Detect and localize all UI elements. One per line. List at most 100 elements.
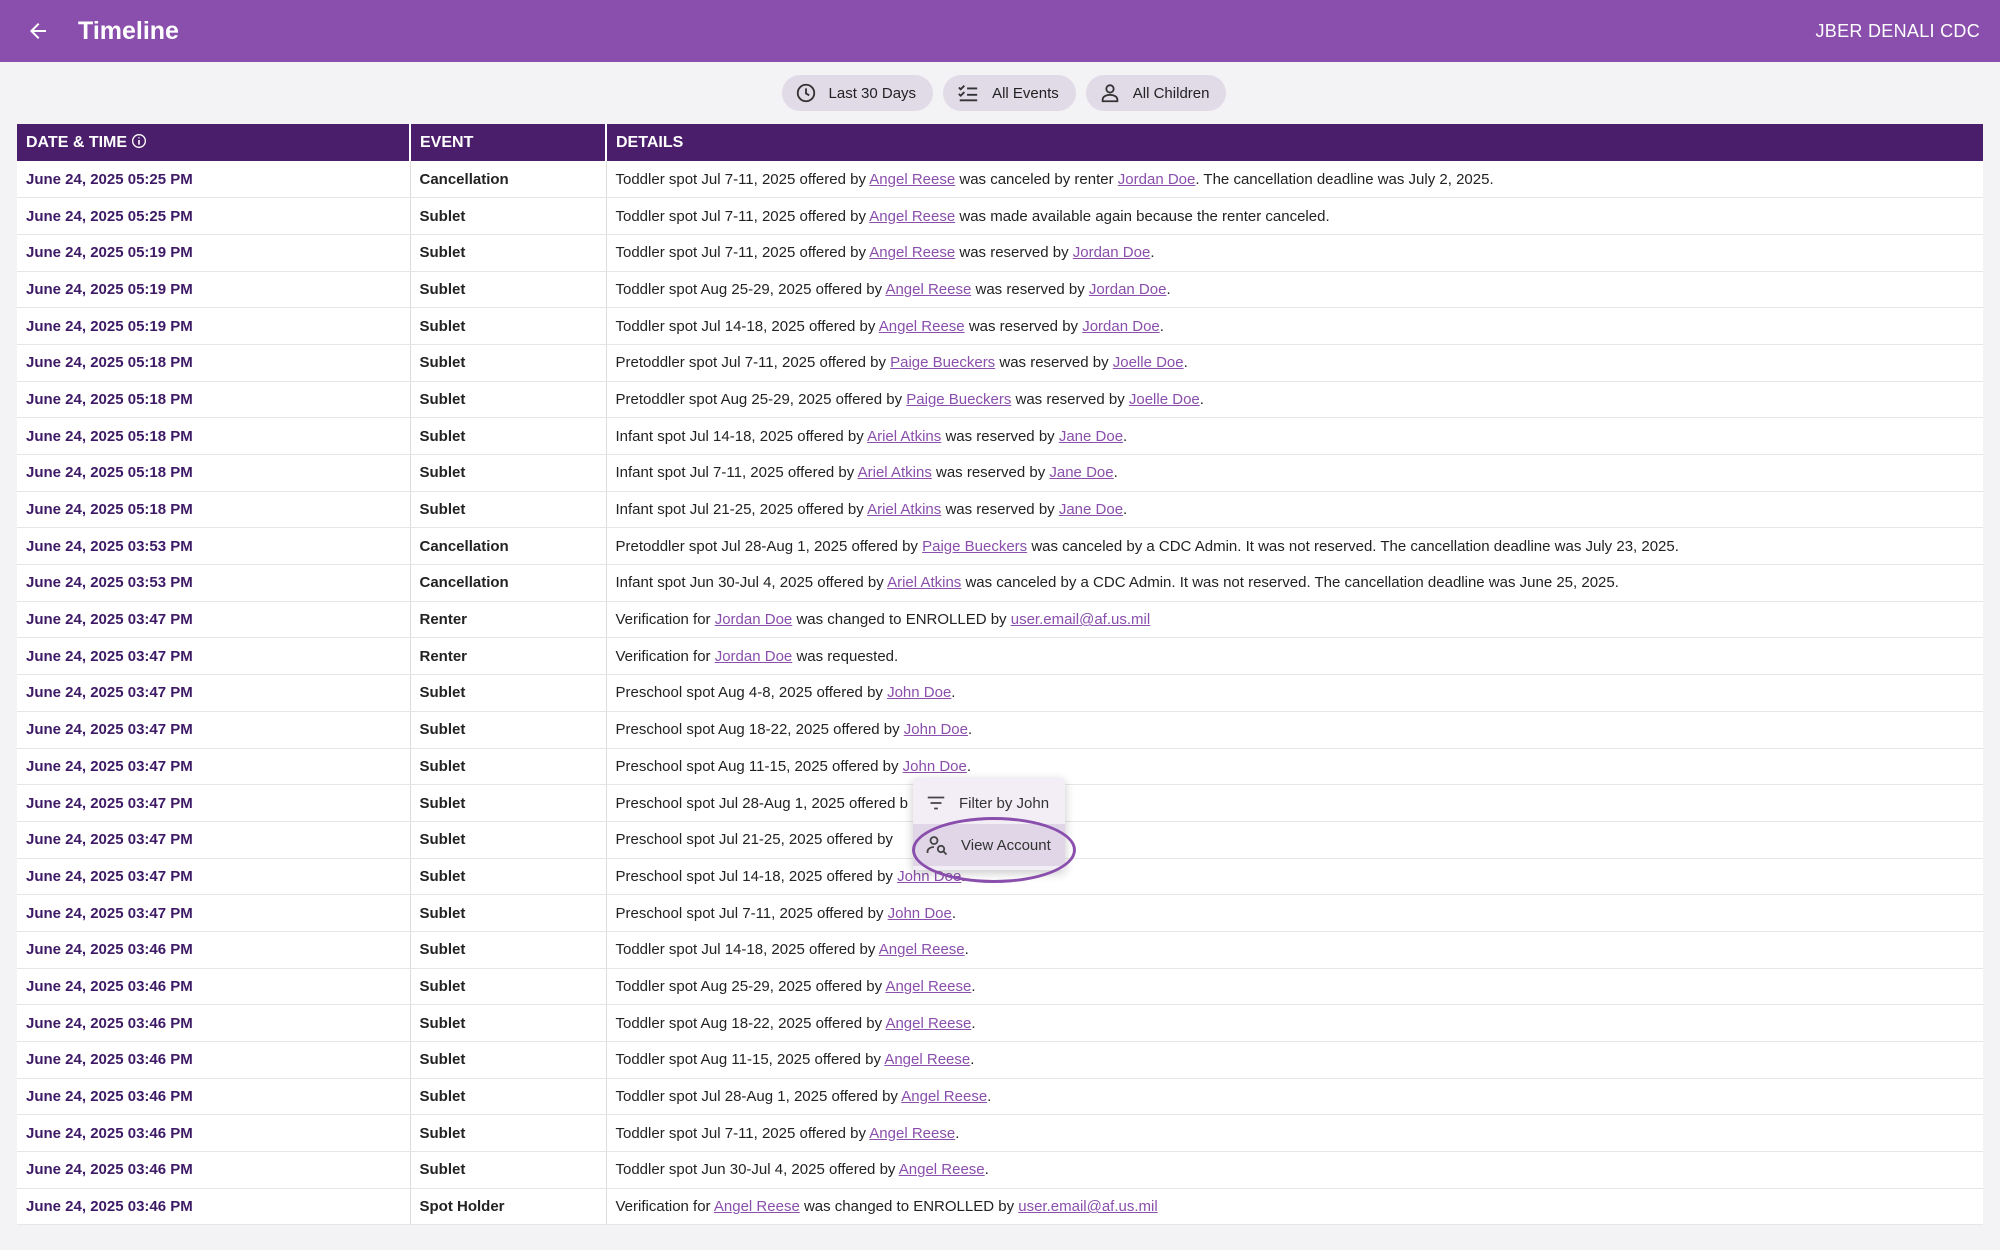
table-row[interactable]: June 24, 2025 03:46 PM Sublet Toddler spot… — [17, 1151, 1983, 1189]
person-link[interactable]: Paige Bueckers — [922, 538, 1027, 555]
person-link[interactable]: Angel Reese — [714, 1198, 800, 1215]
table-row[interactable]: June 24, 2025 05:18 PM Sublet Pretoddler s… — [17, 344, 1983, 382]
table-row[interactable]: June 24, 2025 03:46 PM Sublet Toddler spot… — [17, 931, 1983, 969]
person-link[interactable]: Ariel Atkins — [858, 464, 932, 481]
cell-datetime: June 24, 2025 05:18 PM — [17, 454, 411, 492]
table-row[interactable]: June 24, 2025 05:19 PM Sublet Toddler spot… — [17, 234, 1983, 272]
person-link[interactable]: Angel Reese — [885, 1015, 971, 1032]
detail-text: was canceled by a CDC Admin. It was not … — [961, 574, 1619, 592]
person-link[interactable]: Angel Reese — [884, 1051, 970, 1068]
person-link[interactable]: Jane Doe — [1059, 501, 1123, 518]
person-link[interactable]: Jordan Doe — [1089, 281, 1167, 298]
person-link[interactable]: John Doe — [904, 721, 968, 738]
filter-chip-date-range[interactable]: Last 30 Days — [781, 75, 934, 111]
person-link[interactable]: Jane Doe — [1059, 428, 1123, 445]
cell-datetime: June 24, 2025 05:19 PM — [17, 271, 411, 309]
table-row[interactable]: June 24, 2025 03:47 PM Renter Verification… — [17, 637, 1983, 676]
table-row[interactable]: June 24, 2025 03:46 PM Sublet Toddler spot… — [17, 1041, 1983, 1079]
menu-item-label: Filter by John — [959, 794, 1050, 812]
person-link[interactable]: Ariel Atkins — [867, 501, 941, 518]
table-row[interactable]: June 24, 2025 05:19 PM Sublet Toddler spot… — [17, 271, 1983, 309]
detail-text: Verification for — [615, 611, 715, 629]
detail-text: was canceled by a CDC Admin. It was not … — [1027, 537, 1679, 555]
detail-text: Toddler spot Aug 11-15, 2025 offered by — [615, 1051, 885, 1069]
cell-event: Renter — [410, 637, 607, 676]
person-link[interactable]: Angel Reese — [869, 171, 955, 188]
table-row[interactable]: June 24, 2025 03:47 PM Renter Verification… — [17, 601, 1983, 639]
person-link[interactable]: Joelle Doe — [1129, 391, 1200, 408]
person-link[interactable]: Angel Reese — [869, 208, 955, 225]
cell-datetime: June 24, 2025 03:46 PM — [17, 1188, 411, 1226]
table-row[interactable]: June 24, 2025 03:46 PM Sublet Toddler spot… — [17, 1078, 1983, 1116]
table-row[interactable]: June 24, 2025 05:18 PM Sublet Pretoddler s… — [17, 381, 1983, 419]
person-link[interactable]: John Doe — [888, 905, 952, 922]
table-row[interactable]: June 24, 2025 03:53 PM Cancellation Pretod… — [17, 527, 1983, 566]
person-link[interactable]: Paige Bueckers — [906, 391, 1011, 408]
person-link[interactable]: Angel Reese — [879, 318, 965, 335]
table-row[interactable]: June 24, 2025 03:46 PM Spot Holder Verific… — [17, 1188, 1983, 1226]
person-link[interactable]: Ariel Atkins — [867, 428, 941, 445]
person-link[interactable]: user.email@af.us.mil — [1018, 1198, 1157, 1215]
person-link[interactable]: John Doe — [903, 758, 967, 775]
detail-text: Toddler spot Aug 25-29, 2025 offered by — [615, 977, 886, 995]
table-row[interactable]: June 24, 2025 03:46 PM Sublet Toddler spot… — [17, 1114, 1983, 1153]
table-row[interactable]: June 24, 2025 03:47 PM Sublet Preschool sp… — [17, 894, 1983, 932]
info-icon[interactable] — [131, 133, 147, 149]
table-row[interactable]: June 24, 2025 03:47 PM Sublet Preschool sp… — [17, 674, 1983, 712]
person-link[interactable]: Angel Reese — [885, 281, 971, 298]
cell-datetime: June 24, 2025 05:18 PM — [17, 381, 411, 419]
filter-chip-children[interactable]: All Children — [1085, 75, 1227, 111]
cell-details: Preschool spot Jul 14-18, 2025 offered b… — [606, 858, 1983, 896]
filter-chip-label: All Events — [992, 84, 1059, 102]
table-row[interactable]: June 24, 2025 03:46 PM Sublet Toddler spot… — [17, 968, 1983, 1006]
menu-item-filter-by-john[interactable]: Filter by John — [913, 782, 1065, 824]
detail-text: was reserved by — [995, 354, 1113, 372]
timeline-table-container[interactable]: DATE & TIME EVENT DETAILS June 24, 2025 … — [17, 124, 1983, 1232]
table-row[interactable]: June 24, 2025 05:19 PM Sublet Toddler spot… — [17, 307, 1983, 345]
person-link[interactable]: Joelle Doe — [1113, 354, 1184, 371]
person-link[interactable]: Angel Reese — [899, 1161, 985, 1178]
cell-details: Toddler spot Jul 14-18, 2025 offered by … — [606, 307, 1983, 345]
menu-item-view-account[interactable]: View Account — [913, 824, 1065, 866]
table-row[interactable]: June 24, 2025 05:18 PM Sublet Infant spot … — [17, 454, 1983, 492]
detail-text: was reserved by — [964, 317, 1083, 335]
column-header-datetime[interactable]: DATE & TIME — [17, 124, 411, 161]
table-row[interactable]: June 24, 2025 05:25 PM Sublet Toddler spot… — [17, 197, 1983, 235]
person-link[interactable]: Jane Doe — [1049, 464, 1113, 481]
person-link[interactable]: Angel Reese — [901, 1088, 987, 1105]
person-link[interactable]: Jordan Doe — [715, 611, 793, 628]
person-link[interactable]: John Doe — [897, 868, 961, 885]
table-row[interactable]: June 24, 2025 03:47 PM Sublet Preschool sp… — [17, 711, 1983, 749]
table-row[interactable]: June 24, 2025 05:18 PM Sublet Infant spot … — [17, 491, 1983, 529]
person-link[interactable]: Jordan Doe — [715, 648, 793, 665]
person-link[interactable]: Angel Reese — [869, 244, 955, 261]
back-button[interactable] — [20, 13, 56, 49]
cell-event: Sublet — [410, 381, 607, 419]
column-header-event[interactable]: EVENT — [410, 124, 607, 161]
person-link[interactable]: Angel Reese — [879, 941, 965, 958]
detail-text: Toddler spot Jul 14-18, 2025 offered by — [615, 317, 879, 335]
table-row[interactable]: June 24, 2025 05:18 PM Sublet Infant spot … — [17, 417, 1983, 455]
person-link[interactable]: Jordan Doe — [1082, 318, 1160, 335]
cell-details: Toddler spot Aug 25-29, 2025 offered by … — [606, 968, 1983, 1006]
person-link[interactable]: user.email@af.us.mil — [1011, 611, 1150, 628]
clock-icon — [796, 83, 815, 103]
table-row[interactable]: June 24, 2025 03:53 PM Cancellation Infant… — [17, 564, 1983, 602]
filter-chip-events[interactable]: All Events — [943, 75, 1076, 111]
person-link[interactable]: Jordan Doe — [1118, 171, 1196, 188]
person-link[interactable]: Ariel Atkins — [887, 574, 961, 591]
detail-text: Toddler spot Jul 7-11, 2025 offered by — [615, 207, 870, 225]
column-header-details[interactable]: DETAILS — [606, 124, 1983, 161]
person-link[interactable]: John Doe — [887, 684, 951, 701]
detail-text: . — [970, 1051, 975, 1069]
cell-datetime: June 24, 2025 03:47 PM — [17, 601, 411, 639]
detail-text: . — [1113, 464, 1118, 482]
table-row[interactable]: June 24, 2025 03:46 PM Sublet Toddler spot… — [17, 1004, 1983, 1042]
detail-text: . — [971, 977, 976, 995]
person-link[interactable]: Jordan Doe — [1073, 244, 1151, 261]
table-row[interactable]: June 24, 2025 05:25 PM Cancellation Toddle… — [17, 161, 1983, 199]
cell-event: Sublet — [410, 234, 607, 272]
person-link[interactable]: Angel Reese — [869, 1125, 955, 1142]
person-link[interactable]: Paige Bueckers — [890, 354, 995, 371]
person-link[interactable]: Angel Reese — [885, 978, 971, 995]
